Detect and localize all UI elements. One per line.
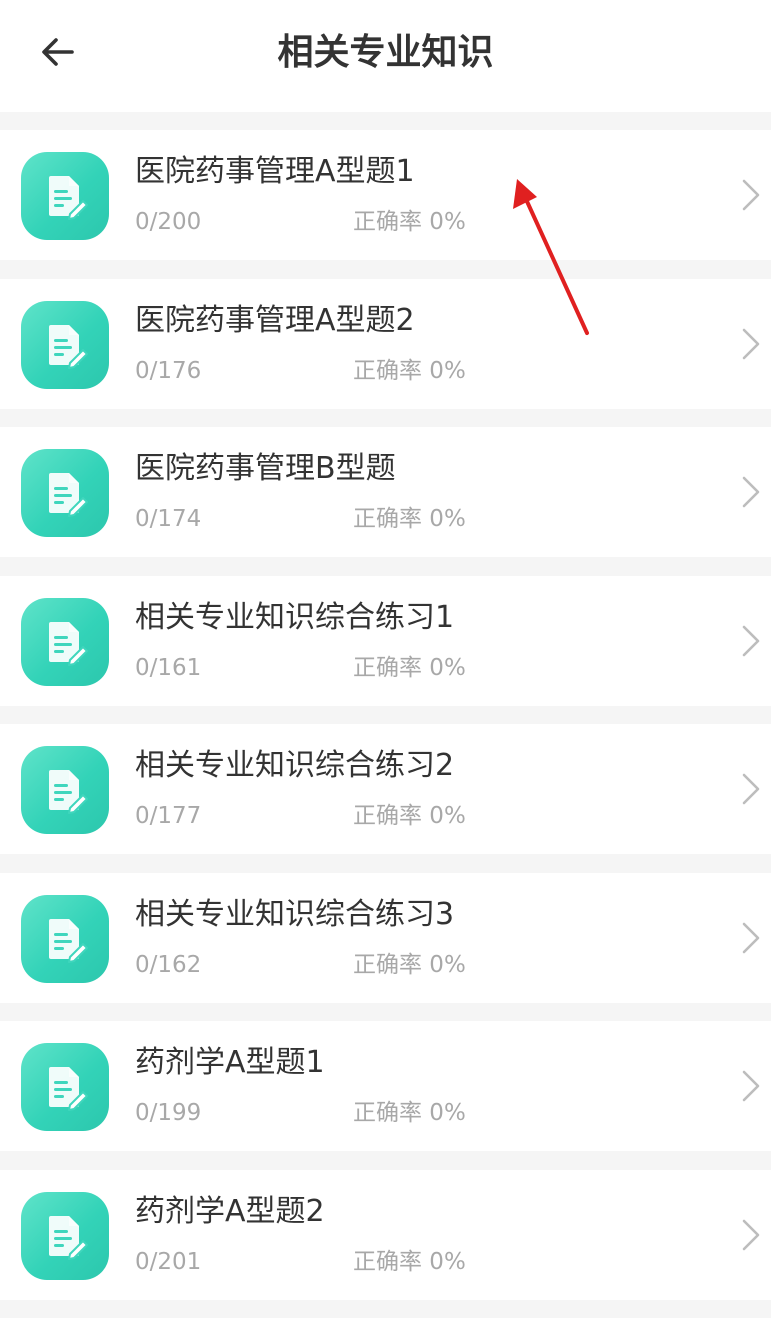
item-accuracy: 正确率 0% xyxy=(353,357,466,384)
document-edit-icon xyxy=(21,746,109,834)
exercise-list: 医院药事管理A型题1 0/200 正确率 0% 医院药事管理A型题2 0/176… xyxy=(0,130,771,1318)
item-progress: 0/174 xyxy=(135,506,202,532)
document-edit-icon xyxy=(21,449,109,537)
item-accuracy: 正确率 0% xyxy=(353,209,466,235)
document-edit-icon xyxy=(21,597,109,686)
item-title: 医院药事管理A型题1 xyxy=(135,154,415,189)
chevron-right-icon xyxy=(742,476,760,508)
document-edit-icon xyxy=(21,894,109,983)
item-progress: 0/199 xyxy=(135,1100,202,1126)
item-progress: 0/176 xyxy=(135,357,202,384)
exercise-item[interactable]: 医院药事管理A型题1 0/200 正确率 0% xyxy=(0,130,771,260)
exercise-item[interactable]: 相关专业知识综合练习2 0/177 正确率 0% xyxy=(0,724,771,854)
chevron-right-icon xyxy=(742,625,760,656)
item-title: 医院药事管理B型题 xyxy=(135,451,396,486)
chevron-right-icon xyxy=(742,179,760,211)
item-title: 相关专业知识综合练习3 xyxy=(135,896,455,932)
exercise-item[interactable]: 相关专业知识综合练习3 0/162 正确率 0% xyxy=(0,872,771,1003)
chevron-right-icon xyxy=(742,922,760,953)
exercise-item[interactable]: 医院药事管理B型题 0/174 正确率 0% xyxy=(0,427,771,557)
app-header: 相关专业知识 xyxy=(0,0,771,112)
document-edit-icon xyxy=(21,1043,109,1131)
item-accuracy: 正确率 0% xyxy=(353,506,466,532)
item-accuracy: 正确率 0% xyxy=(353,654,466,681)
item-title: 药剂学A型题1 xyxy=(135,1045,325,1080)
item-title: 相关专业知识综合练习1 xyxy=(135,599,455,635)
item-progress: 0/177 xyxy=(135,803,202,829)
item-title: 医院药事管理A型题2 xyxy=(135,302,415,338)
item-progress: 0/162 xyxy=(135,951,202,978)
item-accuracy: 正确率 0% xyxy=(353,803,466,829)
chevron-right-icon xyxy=(742,773,760,805)
item-progress: 0/161 xyxy=(135,654,202,681)
item-accuracy: 正确率 0% xyxy=(353,1248,466,1275)
item-title: 药剂学A型题2 xyxy=(135,1193,325,1229)
chevron-right-icon xyxy=(742,1070,760,1102)
document-edit-icon xyxy=(21,1191,109,1280)
exercise-item[interactable]: 药剂学A型题2 0/201 正确率 0% xyxy=(0,1169,771,1300)
item-accuracy: 正确率 0% xyxy=(353,951,466,978)
chevron-right-icon xyxy=(742,1219,760,1250)
document-edit-icon xyxy=(21,152,109,240)
item-title: 相关专业知识综合练习2 xyxy=(135,748,455,783)
exercise-item[interactable]: 药剂学A型题1 0/199 正确率 0% xyxy=(0,1021,771,1151)
item-progress: 0/201 xyxy=(135,1248,202,1275)
exercise-item[interactable]: 相关专业知识综合练习1 0/161 正确率 0% xyxy=(0,575,771,706)
chevron-right-icon xyxy=(742,328,760,359)
page-title: 相关专业知识 xyxy=(277,32,494,73)
document-edit-icon xyxy=(21,300,109,389)
item-accuracy: 正确率 0% xyxy=(353,1100,466,1126)
exercise-item[interactable]: 医院药事管理A型题2 0/176 正确率 0% xyxy=(0,278,771,409)
item-progress: 0/200 xyxy=(135,209,202,235)
